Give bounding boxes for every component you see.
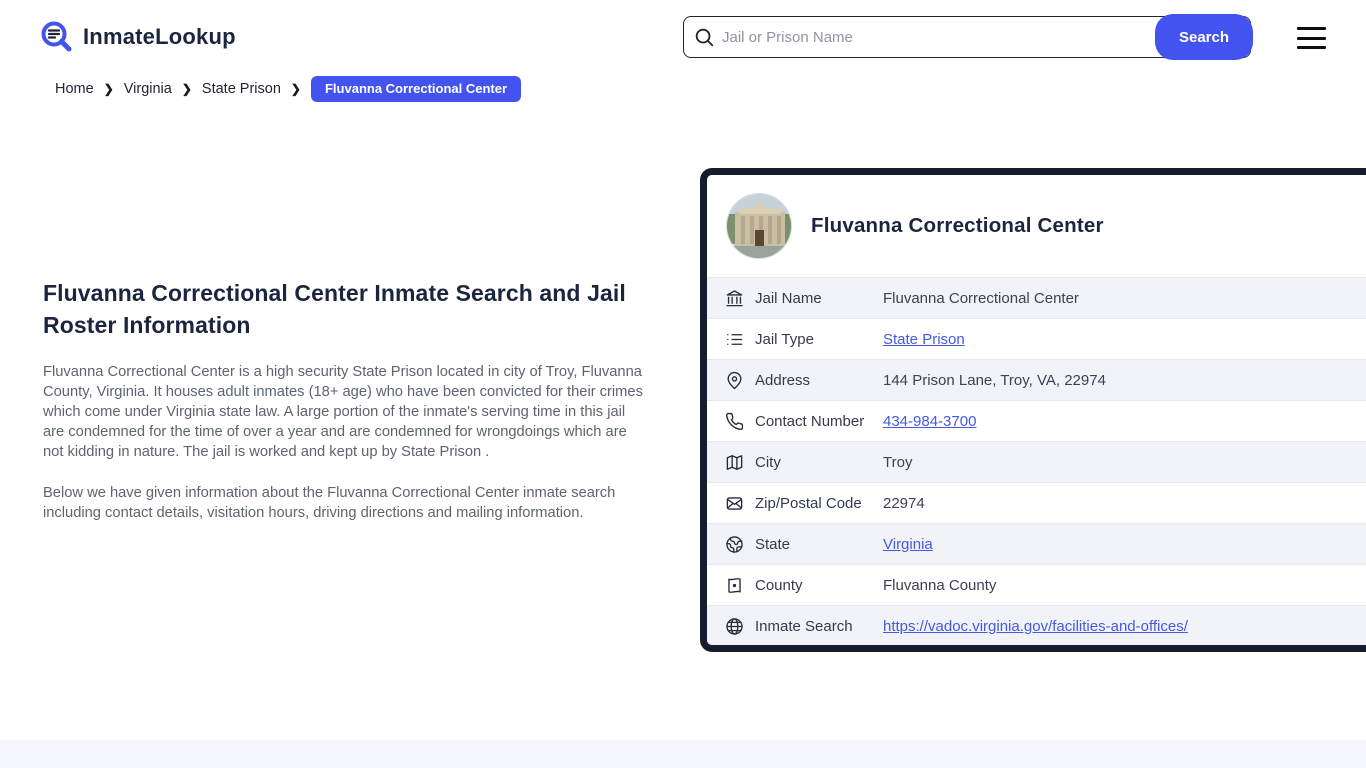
contact-number-link[interactable]: 434-984-3700 (883, 413, 976, 430)
row-label: Contact Number (755, 413, 883, 430)
breadcrumb: Home ❯ Virginia ❯ State Prison ❯ Fluvann… (55, 76, 521, 102)
facility-card-header: Fluvanna Correctional Center (707, 175, 1366, 277)
table-row-jail-type: Jail Type State Prison (707, 318, 1366, 359)
page-title: Fluvanna Correctional Center Inmate Sear… (43, 277, 647, 341)
inmate-search-link[interactable]: https://vadoc.virginia.gov/facilities-an… (883, 618, 1188, 635)
table-row-jail-name: Jail Name Fluvanna Correctional Center (707, 277, 1366, 318)
breadcrumb-state-prison[interactable]: State Prison (202, 81, 281, 97)
search-button[interactable]: Search (1155, 14, 1253, 60)
row-value: Fluvanna Correctional Center (883, 290, 1079, 307)
table-row-inmate-search: Inmate Search https://vadoc.virginia.gov… (707, 605, 1366, 646)
list-icon (725, 330, 744, 349)
globe-earth-icon (725, 535, 744, 554)
row-label: Address (755, 372, 883, 389)
search-bar: Search (683, 16, 1251, 58)
row-label: Jail Name (755, 290, 883, 307)
map-icon (725, 453, 744, 472)
phone-icon (725, 412, 744, 431)
row-value: Fluvanna County (883, 577, 996, 594)
row-label: State (755, 536, 883, 553)
footer-strip (0, 740, 1366, 768)
facility-info-table: Jail Name Fluvanna Correctional Center J… (707, 277, 1366, 646)
magnifier-logo-icon (40, 20, 74, 54)
chevron-right-icon: ❯ (291, 82, 301, 96)
table-row-contact-number: Contact Number 434-984-3700 (707, 400, 1366, 441)
table-row-zip: Zip/Postal Code 22974 (707, 482, 1366, 523)
table-row-state: State Virginia (707, 523, 1366, 564)
map-pin-icon (725, 371, 744, 390)
article-paragraph: Below we have given information about th… (43, 483, 647, 523)
row-value: Troy (883, 454, 912, 471)
row-label: County (755, 577, 883, 594)
breadcrumb-virginia[interactable]: Virginia (124, 81, 172, 97)
row-label: Zip/Postal Code (755, 495, 883, 512)
county-map-icon (725, 576, 744, 595)
facility-title: Fluvanna Correctional Center (811, 214, 1104, 238)
row-label: Jail Type (755, 331, 883, 348)
table-row-county: County Fluvanna County (707, 564, 1366, 605)
row-label: Inmate Search (755, 618, 883, 635)
envelope-icon (725, 494, 744, 513)
chevron-right-icon: ❯ (104, 82, 114, 96)
facility-photo (726, 193, 792, 259)
table-row-city: City Troy (707, 441, 1366, 482)
chevron-right-icon: ❯ (182, 82, 192, 96)
table-row-address: Address 144 Prison Lane, Troy, VA, 22974 (707, 359, 1366, 400)
row-label: City (755, 454, 883, 471)
menu-icon[interactable] (1297, 27, 1326, 49)
breadcrumb-current-badge[interactable]: Fluvanna Correctional Center (311, 76, 521, 102)
site-logo[interactable]: InmateLookup (40, 20, 236, 54)
row-value: 144 Prison Lane, Troy, VA, 22974 (883, 372, 1106, 389)
article-paragraph: Fluvanna Correctional Center is a high s… (43, 362, 647, 462)
state-link[interactable]: Virginia (883, 536, 933, 553)
globe-wire-icon (725, 617, 744, 636)
facility-card: Fluvanna Correctional Center Jail Name F… (700, 168, 1366, 652)
row-value: 22974 (883, 495, 925, 512)
jail-type-link[interactable]: State Prison (883, 331, 965, 348)
bank-icon (725, 289, 744, 308)
search-icon (693, 26, 715, 48)
logo-text: InmateLookup (83, 24, 236, 50)
article: Fluvanna Correctional Center Inmate Sear… (43, 277, 647, 523)
breadcrumb-home[interactable]: Home (55, 81, 94, 97)
